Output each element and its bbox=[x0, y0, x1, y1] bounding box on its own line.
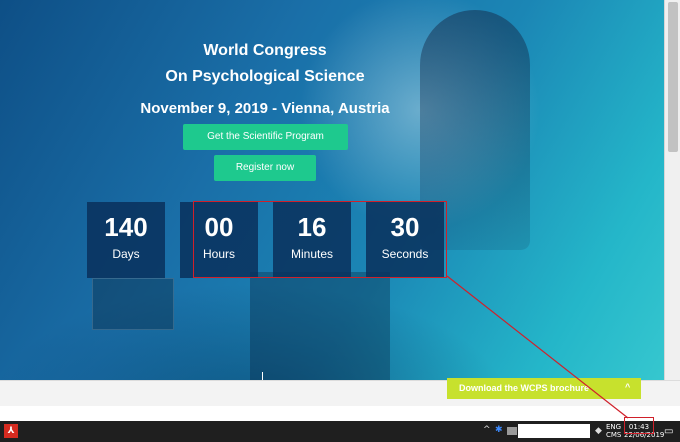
countdown-days: 140 Days bbox=[87, 202, 165, 278]
clock-highlight-box bbox=[624, 417, 654, 434]
hero-title-line1: World Congress bbox=[203, 42, 327, 59]
countdown-days-label: Days bbox=[112, 247, 140, 261]
tray-input-field[interactable] bbox=[518, 424, 590, 438]
brochure-label: Download the WCPS brochure bbox=[459, 383, 590, 393]
stand-line bbox=[262, 372, 263, 380]
hero-section: World Congress On Psychological Science … bbox=[0, 0, 664, 380]
battery-icon[interactable] bbox=[507, 427, 517, 435]
chevron-up-icon[interactable]: ^ bbox=[625, 382, 630, 392]
input-language[interactable]: ENG CMS bbox=[606, 423, 621, 439]
lang-sub: CMS bbox=[606, 431, 622, 439]
windows-taskbar: ⅄ ^ ✱ ◆ ENG CMS 01:43 22/06/2019 ▭ bbox=[0, 421, 680, 442]
event-date-location: November 9, 2019 - Vienna, Austria bbox=[140, 100, 390, 117]
dropbox-icon[interactable]: ◆ bbox=[595, 426, 602, 436]
tray-expand-icon[interactable]: ^ bbox=[483, 425, 491, 435]
lang-code: ENG bbox=[606, 423, 622, 431]
hero-title-line2: On Psychological Science bbox=[165, 68, 365, 85]
laptop-shape bbox=[92, 278, 174, 330]
vertical-scrollbar[interactable] bbox=[664, 0, 680, 380]
podium-shape bbox=[250, 272, 390, 380]
scientific-program-button[interactable]: Get the Scientific Program bbox=[183, 124, 348, 150]
scrollbar-thumb[interactable] bbox=[668, 2, 678, 152]
pdf-reader-icon[interactable]: ⅄ bbox=[4, 424, 18, 438]
bluetooth-icon[interactable]: ✱ bbox=[495, 425, 503, 435]
countdown-days-value: 140 bbox=[104, 212, 148, 242]
countdown-highlight-box bbox=[193, 201, 447, 278]
register-button[interactable]: Register now bbox=[214, 155, 316, 181]
notification-icon[interactable]: ▭ bbox=[664, 426, 673, 437]
download-brochure-bar[interactable]: Download the WCPS brochure ^ bbox=[447, 378, 641, 399]
